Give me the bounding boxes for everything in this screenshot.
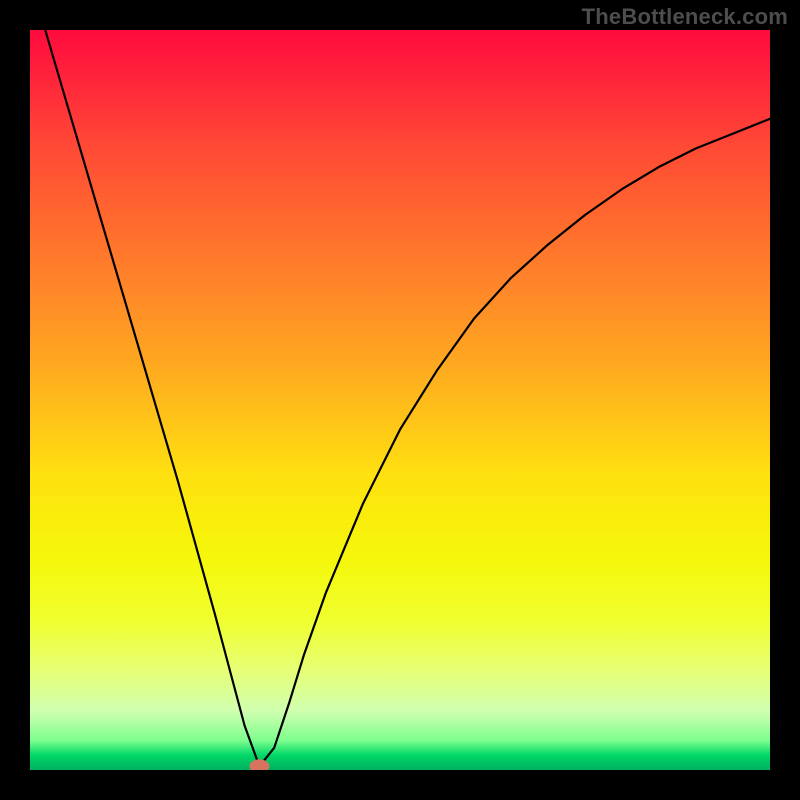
attribution-text: TheBottleneck.com: [582, 4, 788, 30]
chart-frame: TheBottleneck.com: [0, 0, 800, 800]
plot-gradient-background: [30, 30, 770, 770]
